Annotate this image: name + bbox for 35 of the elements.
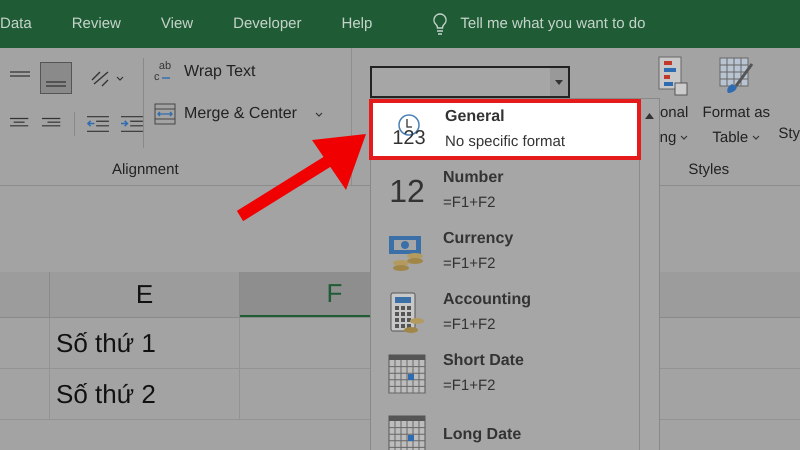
ribbon-tab[interactable]: View: [160, 12, 194, 36]
format-option[interactable]: 12 Number =F1+F2: [371, 160, 639, 221]
ribbon-tab[interactable]: Data: [0, 12, 32, 36]
table-cell: Số thứ 1: [50, 318, 240, 368]
group-label: Alignment: [112, 160, 179, 180]
align-bottom-icon: [46, 81, 66, 87]
format-option[interactable]: Short Date =F1+F2: [371, 343, 639, 404]
lightbulb-icon[interactable]: [432, 13, 448, 35]
calendar-icon: [388, 354, 426, 394]
merge-center-button[interactable]: Merge & Center: [154, 100, 297, 128]
cell-styles-button[interactable]: Sty: [778, 56, 800, 158]
ribbon-tab[interactable]: Review: [72, 12, 121, 36]
increase-indent-icon[interactable]: [121, 115, 143, 133]
decrease-indent-icon[interactable]: [87, 115, 110, 133]
ribbon-tab[interactable]: Help: [342, 12, 372, 36]
tell-me-search[interactable]: Tell me what you want to do: [460, 12, 646, 36]
chevron-down-icon: [752, 135, 760, 140]
scroll-up-icon: [645, 113, 654, 119]
group-label: Styles: [688, 160, 730, 180]
chevron-down-icon: [116, 76, 124, 80]
align-bottom-button[interactable]: [40, 62, 72, 94]
table-chart-icon: [658, 56, 688, 96]
dropdown-arrow-icon: [555, 80, 563, 84]
ribbon-tab[interactable]: Developer: [233, 12, 302, 36]
format-as-table-button[interactable]: Format as Table: [694, 56, 778, 158]
number-icon: 12: [389, 174, 425, 208]
wrap-text-button[interactable]: ab c Wrap Text: [154, 58, 323, 86]
chevron-down-icon: [680, 135, 688, 140]
chevron-down-icon: [314, 112, 323, 116]
table-cell: Số thứ 2: [50, 369, 240, 419]
merge-cells-icon: [154, 103, 176, 125]
calendar-icon: [388, 414, 426, 450]
format-option[interactable]: 123 General No specific format: [369, 99, 641, 160]
number-format-box[interactable]: [370, 66, 570, 98]
format-option[interactable]: Long Date: [371, 404, 639, 450]
